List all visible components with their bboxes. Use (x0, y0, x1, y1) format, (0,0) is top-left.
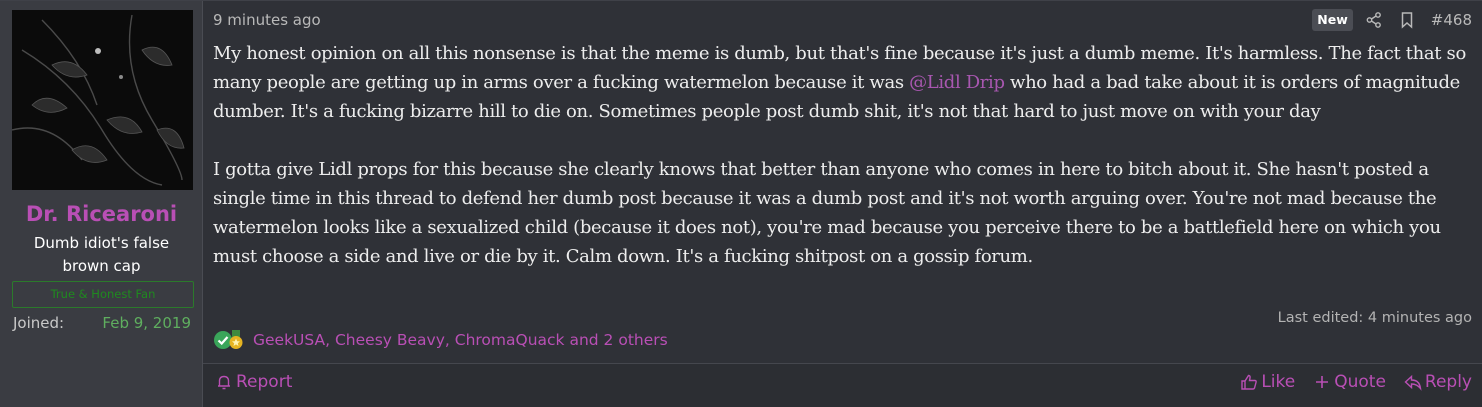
message-content: 9 minutes ago New #468 My honest opinion… (203, 1, 1482, 407)
report-label: Report (236, 372, 293, 392)
post-footer: Report Like Quote Reply (203, 363, 1482, 407)
bookmark-icon[interactable] (1398, 11, 1416, 29)
joined-date: Feb 9, 2019 (102, 314, 191, 332)
like-button[interactable]: Like (1240, 372, 1295, 392)
joined-label: Joined: (13, 314, 65, 332)
report-button[interactable]: Report (215, 372, 292, 392)
reaction-users[interactable]: GeekUSA, Cheesy Beavy, ChromaQuack and 2… (253, 331, 668, 349)
post-header-actions: New #468 (1312, 9, 1472, 31)
username[interactable]: Dr. Ricearoni (0, 202, 203, 226)
post-paragraph-2: I gotta give Lidl props for this because… (213, 159, 1441, 267)
reply-button[interactable]: Reply (1404, 372, 1472, 392)
user-mention[interactable]: @Lidl Drip (909, 72, 1005, 93)
user-banner: True & Honest Fan (12, 281, 194, 308)
reply-label: Reply (1424, 372, 1472, 392)
quote-button[interactable]: Quote (1313, 372, 1386, 392)
post-paragraph-1: My honest opinion on all this nonsense i… (213, 39, 1475, 126)
medal-reaction-icon (226, 330, 246, 350)
thumbs-up-icon (1240, 373, 1258, 391)
new-badge: New (1312, 9, 1353, 31)
share-icon[interactable] (1365, 11, 1383, 29)
quote-label: Quote (1334, 372, 1386, 392)
user-sidebar: Dr. Ricearoni Dumb idiot's false brown c… (0, 1, 203, 407)
message-post: Dr. Ricearoni Dumb idiot's false brown c… (0, 0, 1482, 407)
post-timestamp[interactable]: 9 minutes ago (213, 11, 321, 29)
post-body: My honest opinion on all this nonsense i… (213, 39, 1475, 300)
reactions-bar[interactable]: GeekUSA, Cheesy Beavy, ChromaQuack and 2… (213, 330, 668, 350)
footer-actions: Like Quote Reply (1222, 372, 1472, 392)
like-label: Like (1261, 372, 1296, 392)
last-edited: Last edited: 4 minutes ago (1277, 310, 1472, 326)
reply-arrow-icon (1404, 373, 1422, 391)
bell-icon (215, 373, 233, 391)
post-number[interactable]: #468 (1431, 11, 1472, 29)
avatar[interactable] (12, 10, 193, 190)
plus-icon (1313, 373, 1331, 391)
user-title: Dumb idiot's false brown cap (33, 234, 170, 275)
